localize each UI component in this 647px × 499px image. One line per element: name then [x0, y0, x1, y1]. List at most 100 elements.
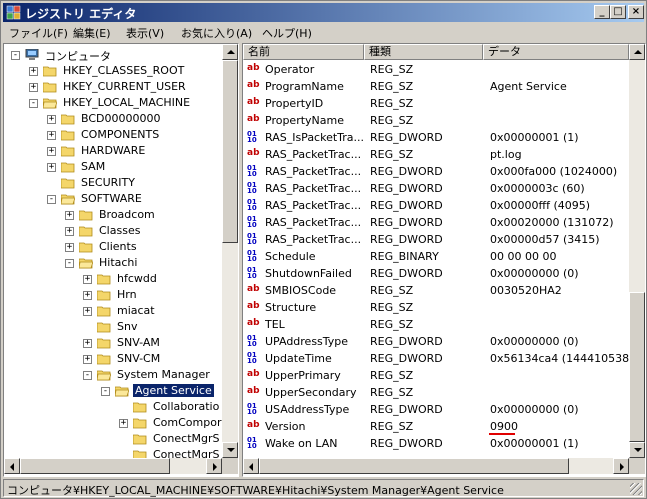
- value-row[interactable]: ab UpperPrimary REG_SZ: [243, 367, 629, 384]
- expand-icon[interactable]: +: [83, 291, 92, 300]
- tree-node[interactable]: + HKEY_CLASSES_ROOT: [5, 63, 222, 79]
- collapse-icon[interactable]: -: [83, 371, 92, 380]
- expand-icon[interactable]: +: [47, 147, 56, 156]
- scroll-down-button[interactable]: [222, 442, 238, 458]
- value-row[interactable]: 01 10 Wake on LAN REG_DWORD 0x00000001 (1): [243, 435, 629, 452]
- tree-node[interactable]: + Classes: [5, 223, 222, 239]
- tree-vertical-scrollbar[interactable]: [222, 44, 238, 458]
- value-row[interactable]: 01 10 UpdateTime REG_DWORD 0x56134ca4 (14441…: [243, 350, 630, 367]
- value-list-pane[interactable]: 名前 種類 データ ab Operator REG_SZ ab ProgramName R…: [242, 43, 646, 477]
- column-data-header[interactable]: データ: [483, 44, 629, 60]
- tree-node[interactable]: + ComCompor: [5, 415, 222, 431]
- value-row[interactable]: 01 10 RAS_PacketTrac... REG_DWORD 0x0000003c…: [243, 180, 629, 197]
- tree-node[interactable]: - コンピュータ: [5, 47, 222, 63]
- menu-file[interactable]: ファイル(F): [9, 25, 68, 41]
- tree-node[interactable]: Collaboratio: [5, 399, 222, 415]
- tree-node[interactable]: + Broadcom: [5, 207, 222, 223]
- minimize-button[interactable]: _: [594, 5, 610, 19]
- tree-node[interactable]: + hfcwdd: [5, 271, 222, 287]
- tree-node[interactable]: - Hitachi: [5, 255, 222, 271]
- tree-node[interactable]: - System Manager: [5, 367, 222, 383]
- value-row[interactable]: 01 10 RAS_PacketTrac... REG_DWORD 0x00000fff…: [243, 197, 629, 214]
- tree-node[interactable]: - Agent Service: [5, 383, 222, 399]
- value-row[interactable]: 01 10 RAS_PacketTrac... REG_DWORD 0x00000d57…: [243, 231, 629, 248]
- expand-icon[interactable]: +: [29, 83, 38, 92]
- list-horizontal-scrollbar[interactable]: [243, 458, 629, 474]
- expand-icon[interactable]: +: [47, 115, 56, 124]
- value-row[interactable]: ab Version REG_SZ 0900: [243, 418, 629, 435]
- list-scroll-down-button[interactable]: [629, 442, 645, 458]
- list-scroll-thumb-horizontal[interactable]: [259, 458, 569, 474]
- value-row[interactable]: ab PropertyID REG_SZ: [243, 95, 629, 112]
- list-scroll-left-button[interactable]: [243, 458, 259, 474]
- expand-icon[interactable]: +: [119, 419, 128, 428]
- expand-icon[interactable]: +: [83, 275, 92, 284]
- value-row[interactable]: 01 10 UPAddressType REG_DWORD 0x00000000 (0): [243, 333, 629, 350]
- expand-icon[interactable]: +: [47, 163, 56, 172]
- tree-node[interactable]: + Clients: [5, 239, 222, 255]
- value-row[interactable]: ab Structure REG_SZ: [243, 299, 629, 316]
- expand-icon[interactable]: +: [29, 67, 38, 76]
- value-row[interactable]: ab SMBIOSCode REG_SZ 0030520HA2: [243, 282, 629, 299]
- value-row[interactable]: 01 10 ShutdownFailed REG_DWORD 0x00000000 (0…: [243, 265, 629, 282]
- list-scroll-right-button[interactable]: [613, 458, 629, 474]
- menu-view[interactable]: 表示(V): [126, 25, 164, 41]
- collapse-icon[interactable]: -: [29, 99, 38, 108]
- key-tree-pane[interactable]: - コンピュータ + HKEY_CLASSES_ROOT + HKEY_CURRENT_U…: [3, 43, 239, 477]
- collapse-icon[interactable]: -: [65, 259, 74, 268]
- tree-node[interactable]: Snv: [5, 319, 222, 335]
- collapse-icon[interactable]: -: [11, 51, 20, 60]
- value-row[interactable]: 01 10 RAS_PacketTrac... REG_DWORD 0x00020000…: [243, 214, 629, 231]
- expand-icon[interactable]: +: [83, 355, 92, 364]
- value-row[interactable]: ab PropertyName REG_SZ: [243, 112, 629, 129]
- expand-icon[interactable]: +: [65, 211, 74, 220]
- tree-node[interactable]: - HKEY_LOCAL_MACHINE: [5, 95, 222, 111]
- list-scroll-thumb[interactable]: [629, 292, 645, 442]
- collapse-icon[interactable]: -: [47, 195, 56, 204]
- value-row[interactable]: ab Operator REG_SZ: [243, 61, 629, 78]
- menu-help[interactable]: ヘルプ(H): [262, 25, 312, 41]
- scroll-right-button[interactable]: [206, 458, 222, 474]
- tree-node[interactable]: ConectMgrS: [5, 447, 222, 458]
- tree-node[interactable]: + SAM: [5, 159, 222, 175]
- expand-icon[interactable]: +: [83, 307, 92, 316]
- tree-node[interactable]: + COMPONENTS: [5, 127, 222, 143]
- menu-edit[interactable]: 編集(E): [73, 25, 111, 41]
- maximize-button[interactable]: □: [610, 5, 626, 19]
- list-scroll-up-button[interactable]: [629, 44, 645, 60]
- value-row[interactable]: 01 10 USAddressType REG_DWORD 0x00000000 (0): [243, 401, 629, 418]
- expand-icon[interactable]: +: [83, 339, 92, 348]
- close-button[interactable]: ×: [628, 5, 644, 19]
- scroll-thumb[interactable]: [222, 60, 238, 243]
- column-type-header[interactable]: 種類: [364, 44, 483, 60]
- scroll-thumb-horizontal[interactable]: [20, 458, 170, 474]
- value-row[interactable]: 01 10 RAS_IsPacketTra... REG_DWORD 0x0000000…: [243, 129, 629, 146]
- tree-node[interactable]: ConectMgrS: [5, 431, 222, 447]
- value-row[interactable]: ab TEL REG_SZ: [243, 316, 629, 333]
- tree-node[interactable]: + SNV-CM: [5, 351, 222, 367]
- collapse-icon[interactable]: -: [101, 387, 110, 396]
- value-row[interactable]: 01 10 Schedule REG_BINARY 00 00 00 00: [243, 248, 629, 265]
- tree-node[interactable]: + BCD00000000: [5, 111, 222, 127]
- column-name-header[interactable]: 名前: [243, 44, 364, 60]
- tree-horizontal-scrollbar[interactable]: [4, 458, 222, 474]
- list-vertical-scrollbar[interactable]: [629, 44, 645, 458]
- expand-icon[interactable]: +: [65, 243, 74, 252]
- tree-node[interactable]: - SOFTWARE: [5, 191, 222, 207]
- scroll-up-button[interactable]: [222, 44, 238, 60]
- tree-node[interactable]: + miacat: [5, 303, 222, 319]
- value-row[interactable]: ab UpperSecondary REG_SZ: [243, 384, 629, 401]
- title-bar[interactable]: レジストリ エディタ _ □ ×: [3, 3, 644, 22]
- value-row[interactable]: 01 10 RAS_PacketTrac... REG_DWORD 0x000fa000…: [243, 163, 629, 180]
- tree-node[interactable]: + SNV-AM: [5, 335, 222, 351]
- value-row[interactable]: ab RAS_PacketTrac... REG_SZ pt.log: [243, 146, 629, 163]
- scroll-left-button[interactable]: [4, 458, 20, 474]
- tree-node[interactable]: + HARDWARE: [5, 143, 222, 159]
- menu-favorites[interactable]: お気に入り(A): [181, 25, 252, 41]
- expand-icon[interactable]: +: [47, 131, 56, 140]
- resize-grip[interactable]: [630, 483, 642, 495]
- tree-node[interactable]: + HKEY_CURRENT_USER: [5, 79, 222, 95]
- tree-node[interactable]: SECURITY: [5, 175, 222, 191]
- tree-node[interactable]: + Hrn: [5, 287, 222, 303]
- value-row[interactable]: ab ProgramName REG_SZ Agent Service: [243, 78, 629, 95]
